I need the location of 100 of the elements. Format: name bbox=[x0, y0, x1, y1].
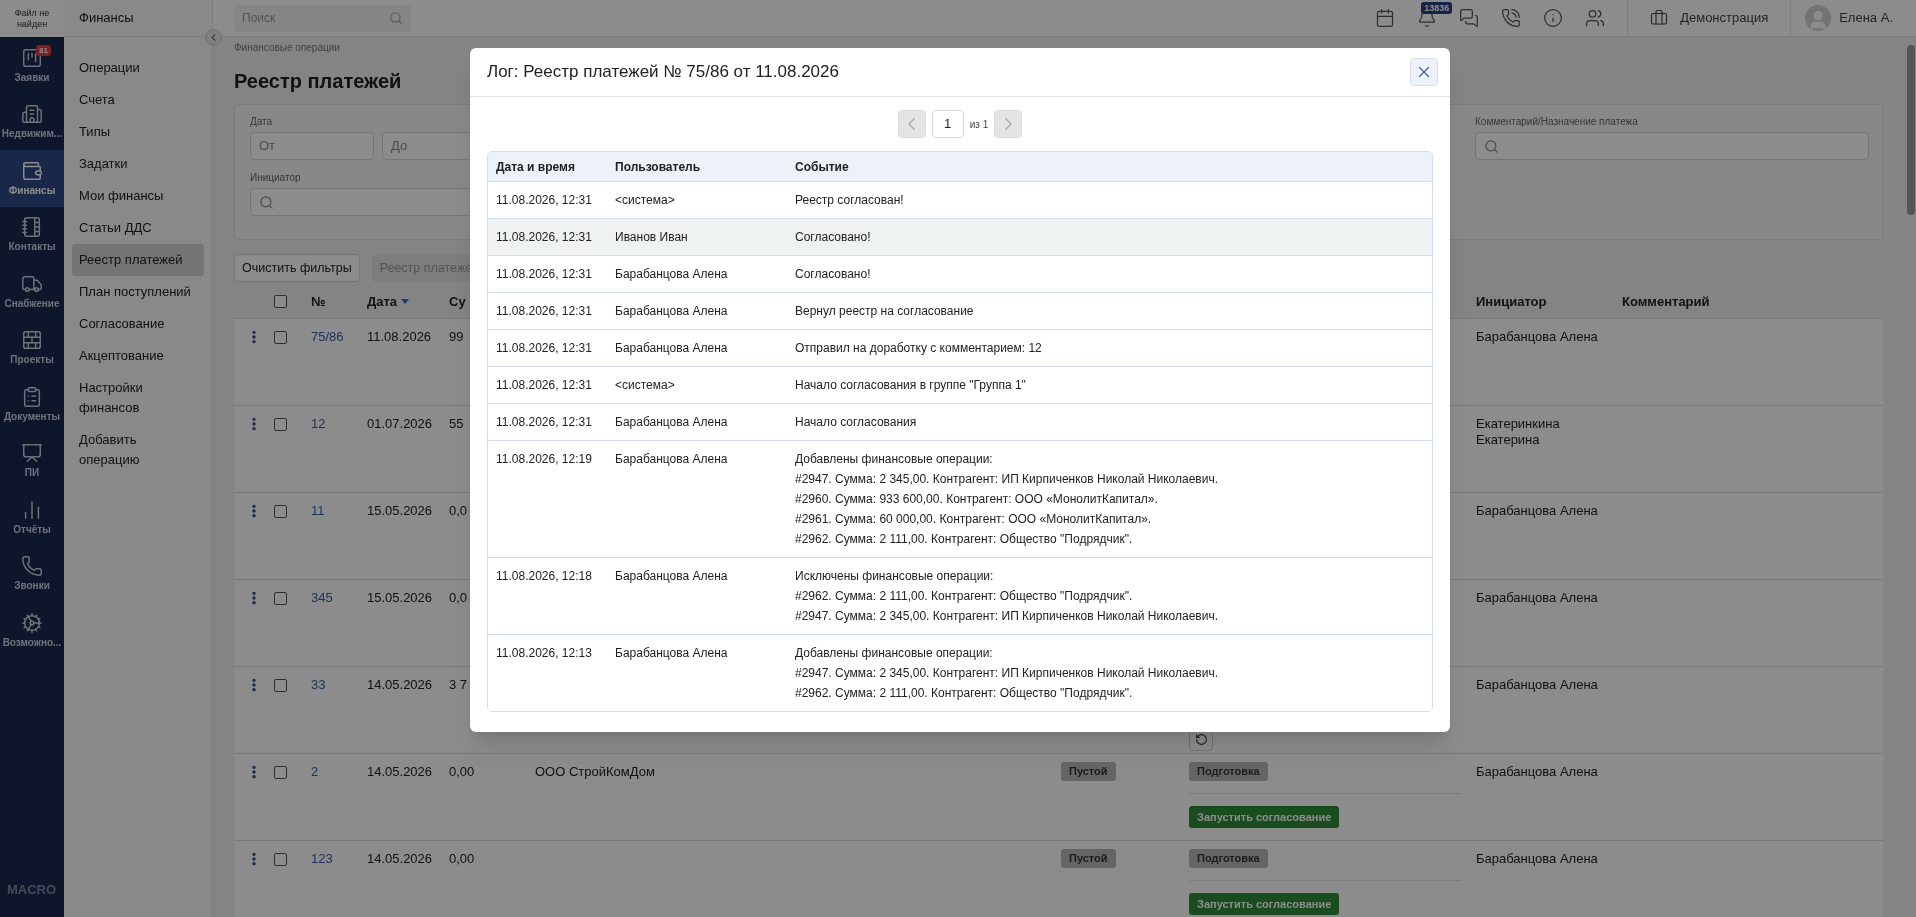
checkbox[interactable] bbox=[274, 505, 287, 518]
event-text: #2962. Сумма: 2 111,00. Контрагент: Общество "Подрядчик". bbox=[795, 588, 1134, 605]
checkbox[interactable] bbox=[274, 679, 287, 692]
checkbox[interactable] bbox=[274, 766, 287, 779]
rail-item[interactable]: Финансы bbox=[0, 150, 64, 207]
gear-icon bbox=[21, 611, 43, 634]
chevron-right-icon bbox=[1004, 118, 1012, 130]
logo-placeholder-text: Файл не найден bbox=[13, 7, 51, 30]
row-number-link[interactable]: 33 bbox=[311, 677, 326, 692]
checkbox[interactable] bbox=[274, 295, 287, 308]
row-number-link[interactable]: 75/86 bbox=[311, 329, 344, 344]
rail-item[interactable]: Звонки bbox=[0, 545, 64, 602]
event-text: #2962. Сумма: 2 111,00. Контрагент: Общество "Подрядчик". bbox=[795, 531, 1134, 548]
column-header: Дата и время bbox=[495, 158, 576, 176]
column-header[interactable]: Комментарий bbox=[1622, 291, 1710, 312]
event-text: #2947. Сумма: 2 345,00. Контрагент: ИП Кирпиченков Николай Николаевич. bbox=[795, 471, 1220, 488]
status-tag: Подготовка bbox=[1189, 849, 1268, 868]
table-cell-text: 11.08.2026, 12:31 bbox=[495, 414, 593, 431]
briefcase-icon[interactable] bbox=[1650, 9, 1669, 27]
calendar-icon[interactable] bbox=[1375, 8, 1396, 28]
start-approval-button[interactable]: Запустить согласование bbox=[1189, 893, 1340, 915]
checkbox[interactable] bbox=[274, 592, 287, 605]
notification-count: 13836 bbox=[1421, 2, 1453, 14]
sort-caret-icon bbox=[401, 299, 410, 304]
building-icon bbox=[21, 103, 43, 126]
column-header: Событие bbox=[795, 158, 850, 176]
table-cell-text: Барабанцова Алена bbox=[1476, 329, 1599, 345]
row-number-link[interactable]: 2 bbox=[311, 764, 319, 779]
clear-filters-button[interactable]: Очистить фильтры bbox=[234, 254, 360, 282]
table-cell-text: Барабанцова Алена bbox=[615, 568, 729, 585]
start-approval-button[interactable]: Запустить согласование bbox=[1189, 806, 1340, 828]
table-cell: 15.05.2026 bbox=[367, 590, 433, 605]
table-cell-text: Барабанцова Алена bbox=[615, 340, 729, 357]
table-cell-text: Барабанцова Алена bbox=[615, 645, 729, 662]
table-cell: 11.08.2026 bbox=[367, 329, 432, 344]
field-label: Комментарий/Назначение платежа bbox=[1475, 115, 1639, 129]
phone-icon bbox=[21, 555, 43, 578]
rail-item[interactable]: Проекты bbox=[0, 319, 64, 376]
checkbox[interactable] bbox=[274, 331, 287, 344]
table-cell-text: 11.08.2026, 12:31 bbox=[495, 192, 593, 209]
rail-item[interactable]: ПИ bbox=[0, 432, 64, 489]
table-cell: 55 bbox=[449, 416, 464, 431]
table-cell: 0,00 bbox=[449, 851, 475, 866]
event-text: Начало согласования в группе "Группа 1" bbox=[795, 377, 1027, 394]
table-cell-text: Барабанцова Алена bbox=[1476, 590, 1599, 606]
column-header[interactable]: Дата bbox=[367, 291, 410, 312]
notebook-icon bbox=[21, 216, 43, 239]
row-number-link[interactable]: 123 bbox=[311, 851, 333, 866]
column-header[interactable]: Су bbox=[449, 291, 466, 312]
user-menu[interactable]: Елена А. bbox=[1791, 5, 1916, 31]
users-icon[interactable] bbox=[1585, 8, 1606, 28]
table-cell-text: Барабанцова Алена bbox=[1476, 503, 1599, 519]
column-header[interactable]: Инициатор bbox=[1476, 291, 1547, 312]
chat-icon[interactable] bbox=[1459, 8, 1480, 28]
checkbox[interactable] bbox=[274, 418, 287, 431]
event-text: Добавлены финансовые операции: bbox=[795, 451, 994, 468]
event-text: #2947. Сумма: 2 345,00. Контрагент: ИП Кирпиченков Николай Николаевич. bbox=[795, 608, 1220, 625]
close-button[interactable] bbox=[1410, 58, 1438, 86]
table-cell-text: 11.08.2026, 12:19 bbox=[495, 451, 593, 468]
status-tag: Подготовка bbox=[1189, 762, 1268, 781]
checkbox[interactable] bbox=[274, 853, 287, 866]
rail-item[interactable]: Снабжение bbox=[0, 263, 64, 320]
sidebar-item[interactable]: Реестр платежей bbox=[72, 244, 204, 276]
brick-wall-icon bbox=[21, 329, 43, 352]
type-tag: Пустой bbox=[1061, 762, 1116, 781]
phone-call-icon[interactable] bbox=[1501, 8, 1522, 28]
date-from-field[interactable]: От bbox=[250, 132, 374, 160]
table-cell-text: Барабанцова Алена bbox=[615, 303, 729, 320]
search-icon bbox=[259, 194, 274, 210]
row-number-link[interactable]: 345 bbox=[311, 590, 333, 605]
rail-item[interactable]: Недвижим... bbox=[0, 93, 64, 150]
table-cell-text: 11.08.2026, 12:31 bbox=[495, 377, 593, 394]
event-text: Добавлены финансовые операции: bbox=[795, 645, 994, 662]
table-cell-text: <система> bbox=[615, 192, 676, 209]
rail-item[interactable]: Возможно... bbox=[0, 602, 64, 659]
info-icon[interactable] bbox=[1543, 8, 1564, 28]
table-cell-text: Барабанцова Алена bbox=[615, 451, 729, 468]
comment-search-field[interactable] bbox=[1475, 132, 1869, 160]
column-header[interactable]: № bbox=[311, 291, 326, 312]
event-text: #2962. Сумма: 2 111,00. Контрагент: Общество "Подрядчик". bbox=[795, 685, 1134, 702]
rail-item[interactable]: Отчёты bbox=[0, 489, 64, 546]
table-cell-text: 11.08.2026, 12:31 bbox=[495, 266, 593, 283]
row-number-link[interactable]: 12 bbox=[311, 416, 326, 431]
company-name[interactable]: Демонстрация bbox=[1680, 8, 1769, 28]
table-cell-text: 11.08.2026, 12:13 bbox=[495, 645, 593, 662]
table-cell: 0,00 bbox=[449, 764, 475, 779]
table-cell-text: 11.08.2026, 12:18 bbox=[495, 568, 593, 585]
event-text: Вернул реестр на согласование bbox=[795, 303, 975, 320]
table-cell-text: Барабанцова Алена bbox=[615, 266, 729, 283]
event-text: Согласовано! bbox=[795, 266, 872, 283]
table-cell: 0,0 bbox=[449, 590, 468, 605]
avatar bbox=[1805, 5, 1832, 31]
rail-item[interactable]: Заявки 81 bbox=[0, 37, 64, 94]
field-label: Дата bbox=[250, 115, 274, 129]
table-cell: 14.05.2026 bbox=[367, 764, 433, 779]
rail-item[interactable]: Документы bbox=[0, 376, 64, 433]
table-cell: 14.05.2026 bbox=[367, 677, 433, 692]
page-number-field[interactable]: 1 bbox=[931, 110, 964, 138]
event-text: Отправил на доработку с комментарием: 12 bbox=[795, 340, 1043, 357]
row-number-link[interactable]: 11 bbox=[311, 503, 325, 518]
